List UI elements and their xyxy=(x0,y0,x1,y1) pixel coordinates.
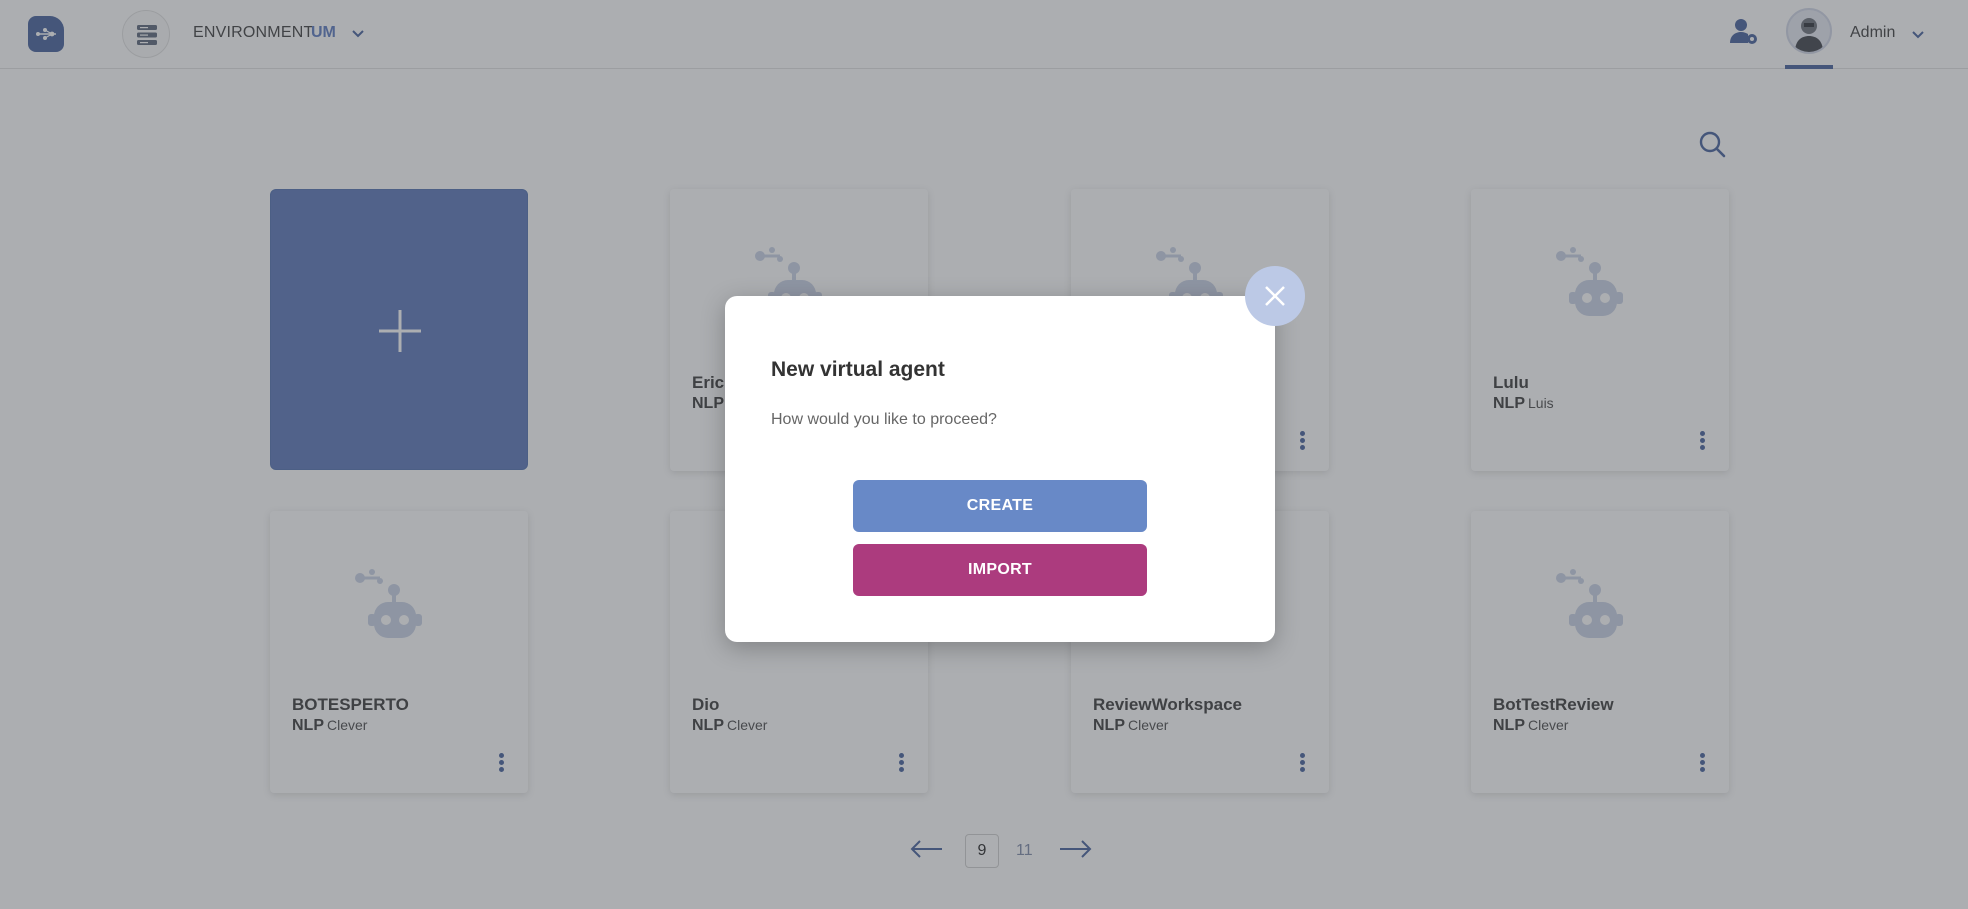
close-icon xyxy=(1265,286,1285,306)
dialog-text: How would you like to proceed? xyxy=(771,411,997,428)
dialog-title: New virtual agent xyxy=(771,358,945,381)
close-dialog-button[interactable] xyxy=(1245,266,1305,326)
create-button[interactable]: CREATE xyxy=(853,480,1147,532)
new-agent-dialog: New virtual agent How would you like to … xyxy=(725,296,1275,642)
import-button[interactable]: IMPORT xyxy=(853,544,1147,596)
